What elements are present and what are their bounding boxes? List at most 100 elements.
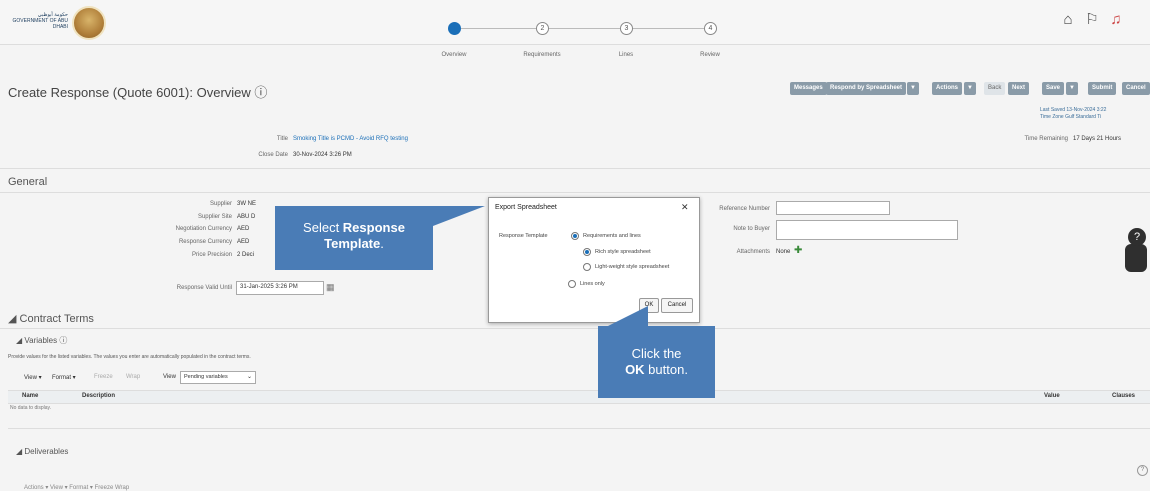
contract-terms-label: Contract Terms (19, 313, 94, 325)
callout-text-part: button. (644, 362, 688, 377)
variables-filter-select[interactable]: Pending variables ⌄ (180, 371, 256, 384)
callout-text: Select Response Template. (275, 206, 433, 252)
notifications-icon[interactable]: ♫ (1108, 12, 1124, 28)
rich-style-label: Rich style spreadsheet (595, 249, 651, 255)
messages-button[interactable]: Messages (790, 82, 827, 95)
response-valid-until-label: Response Valid Until (176, 285, 232, 291)
variables-note: Provide values for the listed variables.… (8, 354, 251, 360)
supplier-site-value: ABU D (237, 214, 256, 220)
callout-text-part: Select (303, 220, 343, 235)
callout-text-bold: OK (625, 362, 645, 377)
flag-icon[interactable]: ⚐ (1084, 12, 1100, 28)
attachments-label: Attachments (736, 249, 770, 255)
train-connector (548, 28, 620, 29)
help-widget-tab[interactable] (1125, 244, 1147, 272)
time-remaining-value: 17 Days 21 Hours (1073, 136, 1122, 142)
response-currency-label: Response Currency (178, 239, 232, 245)
response-valid-until-input[interactable]: 31-Jan-2025 3:26 PM (236, 281, 324, 295)
negotiation-currency-value: AED (237, 226, 250, 232)
wrap-button[interactable]: Wrap (126, 374, 140, 380)
deliverables-label: Deliverables (24, 447, 69, 456)
callout-select-template: Select Response Template. (275, 206, 433, 270)
reference-number-input[interactable] (776, 201, 890, 215)
response-template-label: Response Template (499, 233, 548, 239)
reference-number-label: Reference Number (719, 206, 770, 212)
train-step-requirements[interactable]: 2 (536, 22, 549, 35)
callout-text-part: . (380, 236, 384, 251)
note-to-buyer-label: Note to Buyer (733, 226, 770, 232)
close-icon[interactable]: ✕ (681, 202, 689, 213)
respond-by-spreadsheet-button[interactable]: Respond by Spreadsheet (826, 82, 907, 95)
divider (0, 168, 1150, 169)
actions-button[interactable]: Actions (932, 82, 963, 95)
attachments-value: None (776, 249, 791, 255)
train-step-review[interactable]: 4 (704, 22, 717, 35)
train-label-lines: Lines (618, 52, 634, 58)
collapse-triangle-icon: ◢ (8, 313, 20, 325)
process-train: 1 2 3 4 Overview Requirements Lines Revi… (440, 22, 740, 62)
save-chevron-icon[interactable]: ▼ (1066, 82, 1078, 95)
divider (0, 192, 1150, 193)
section-contract-terms-heading[interactable]: ◢ Contract Terms (8, 312, 94, 325)
calendar-icon[interactable]: ▦ (326, 282, 335, 293)
note-to-buyer-textarea[interactable] (776, 220, 958, 240)
callout-arrow (608, 306, 648, 326)
submit-button[interactable]: Submit (1088, 82, 1117, 95)
train-step-overview[interactable]: 1 (448, 22, 461, 35)
time-zone-text: Time Zone Gulf Standard Ti (1040, 114, 1102, 120)
callout-arrow (433, 206, 485, 226)
subsection-variables-heading[interactable]: ◢ Variables ⓘ (16, 335, 67, 346)
col-description-header[interactable]: Description (82, 393, 115, 399)
actions-chevron-icon[interactable]: ▼ (964, 82, 976, 95)
next-button[interactable]: Next (1008, 82, 1030, 95)
export-spreadsheet-dialog: Export Spreadsheet ✕ Response Template R… (488, 197, 700, 323)
home-icon[interactable]: ⌂ (1060, 12, 1076, 28)
radio-requirements-and-lines[interactable] (571, 232, 579, 240)
deliverables-toolbar[interactable]: Actions ▾ View ▾ Format ▾ Freeze Wrap (24, 484, 129, 491)
requirements-and-lines-label: Requirements and lines (583, 233, 641, 239)
train-label-overview: Overview (441, 52, 467, 58)
close-date-value: 30-Nov-2024 3:26 PM (293, 152, 352, 158)
supplier-site-label: Supplier Site (197, 214, 232, 220)
back-button[interactable]: Back (984, 82, 1006, 95)
last-saved-text: Last Saved 13-Nov-2024 3:22 (1040, 107, 1107, 113)
callout-click-ok: Click the OK button. (598, 326, 715, 398)
negotiation-currency-label: Negotiation Currency (175, 226, 232, 232)
divider (8, 428, 1150, 429)
variables-label: Variables ⓘ (24, 336, 68, 345)
radio-lines-only[interactable] (568, 280, 576, 288)
view-menu[interactable]: View ▾ (24, 374, 42, 381)
col-value-header[interactable]: Value (1044, 393, 1060, 399)
callout-text-part: Click the (631, 346, 682, 361)
lines-only-label: Lines only (580, 281, 605, 287)
cancel-button[interactable]: Cancel (1122, 82, 1150, 95)
last-saved-info: Last Saved 13-Nov-2024 3:22 Time Zone Gu… (1040, 107, 1150, 121)
variables-table-header: Name Description Value Clauses (8, 390, 1150, 404)
col-name-header[interactable]: Name (22, 393, 38, 399)
title-label: Title (276, 136, 288, 142)
price-precision-value: 2 Deci (237, 252, 255, 258)
dialog-cancel-button[interactable]: Cancel (661, 298, 693, 313)
add-attachment-icon[interactable]: ✚ (794, 245, 802, 256)
callout-text: Click the OK button. (598, 326, 715, 378)
title-value[interactable]: Smoking Title is PCMD - Avoid RFQ testin… (293, 136, 408, 142)
help-circle-icon[interactable]: ? (1128, 228, 1146, 246)
respond-menu-chevron-icon[interactable]: ▼ (907, 82, 919, 95)
radio-rich-style[interactable] (583, 248, 591, 256)
col-clauses-header[interactable]: Clauses (1112, 393, 1135, 399)
save-button[interactable]: Save (1042, 82, 1065, 95)
radio-light-weight-style[interactable] (583, 263, 591, 271)
freeze-button[interactable]: Freeze (94, 374, 113, 380)
view-filter-label: View (163, 374, 176, 380)
page-title: Create Response (Quote 6001): Overview ⓘ (8, 85, 268, 100)
subsection-deliverables-heading[interactable]: ◢ Deliverables (16, 447, 68, 456)
response-currency-value: AED (237, 239, 250, 245)
train-step-lines[interactable]: 3 (620, 22, 633, 35)
train-label-review: Review (700, 52, 720, 58)
train-connector (632, 28, 704, 29)
format-menu[interactable]: Format ▾ (52, 374, 76, 381)
help-icon[interactable]: ? (1137, 465, 1148, 476)
price-precision-label: Price Precision (191, 252, 232, 258)
section-general-heading: General (8, 176, 48, 188)
close-date-label: Close Date (258, 152, 288, 158)
